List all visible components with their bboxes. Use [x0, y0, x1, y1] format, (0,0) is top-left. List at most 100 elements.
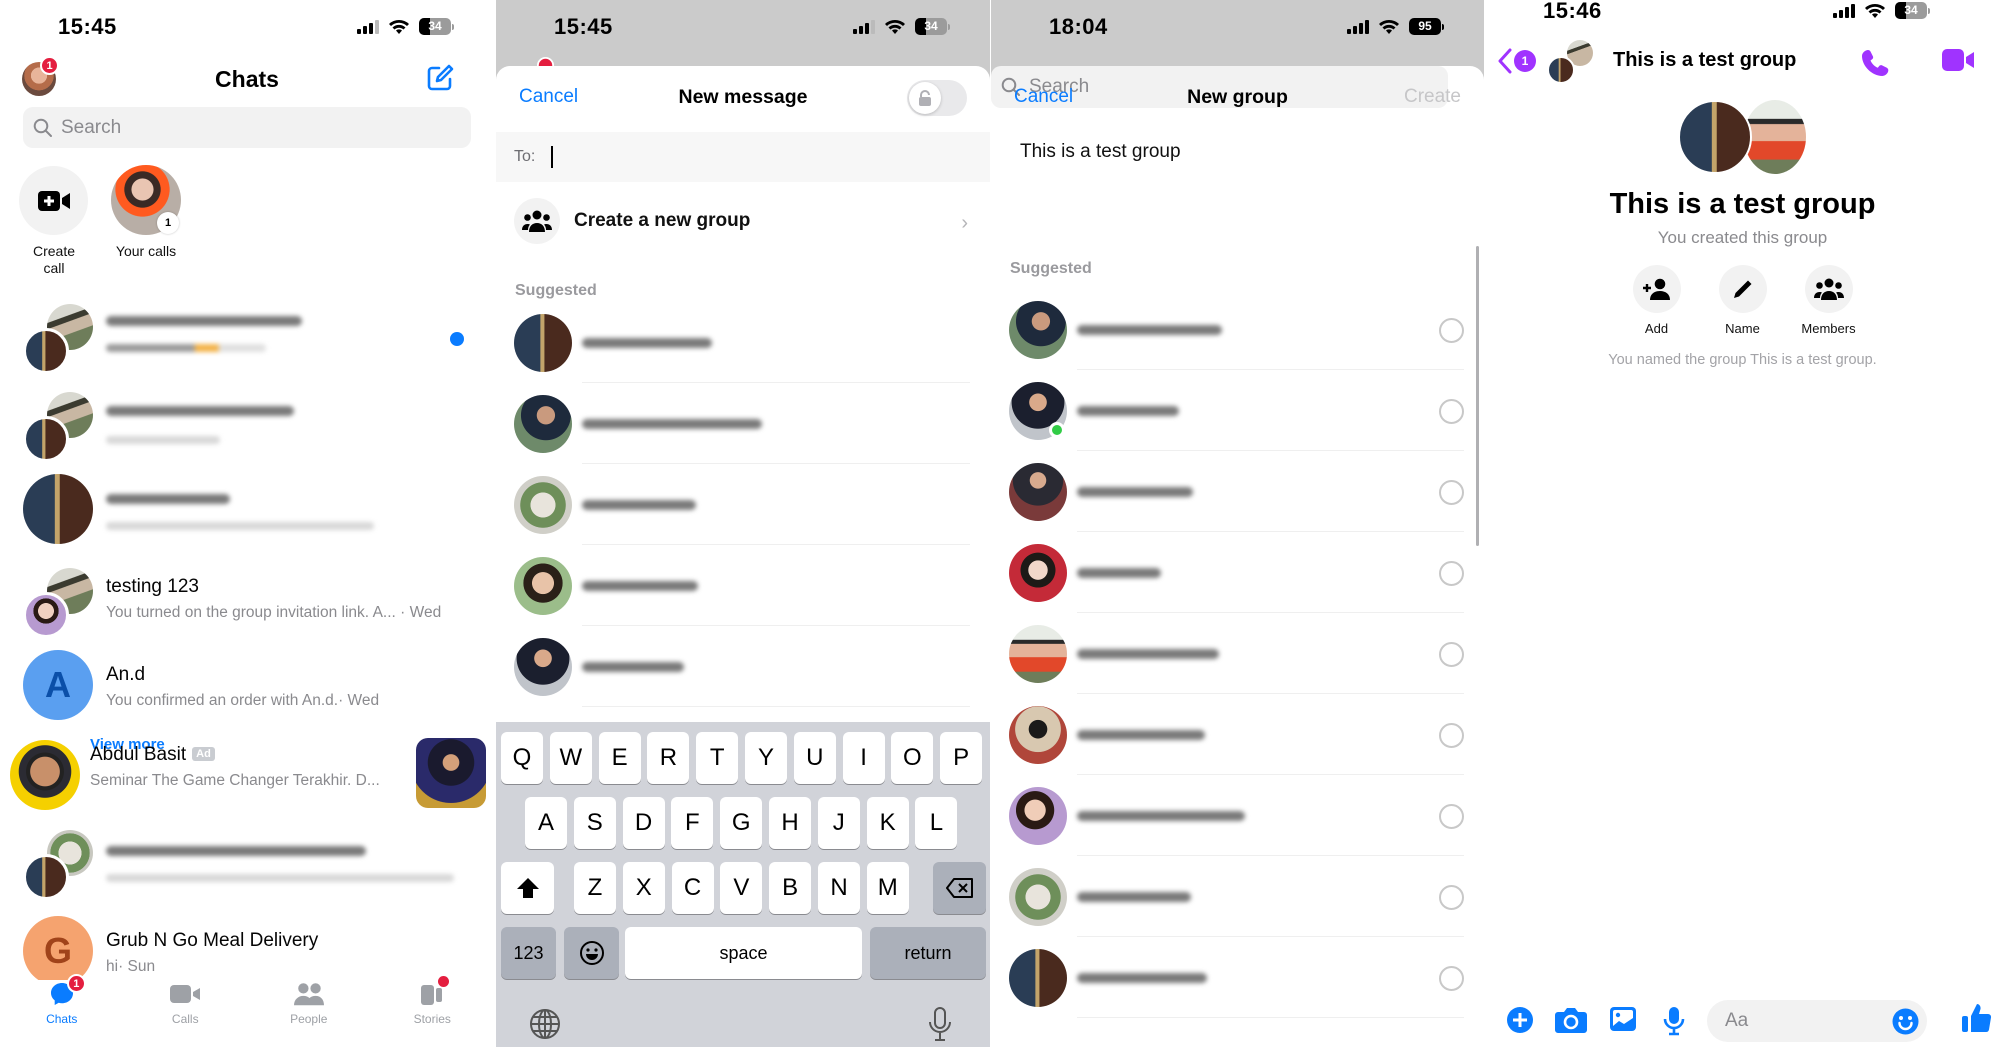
key-a[interactable]: A	[525, 797, 567, 849]
photo-icon[interactable]	[1609, 1006, 1637, 1032]
key-z[interactable]: Z	[574, 862, 616, 914]
group-avatar	[23, 304, 93, 374]
group-name-input[interactable]: This is a test group	[1020, 141, 1181, 163]
key-p[interactable]: P	[940, 732, 983, 784]
emoji-icon[interactable]	[1892, 1008, 1919, 1035]
tab-people[interactable]: People	[259, 980, 359, 1026]
key-d[interactable]: D	[622, 797, 665, 849]
blurred-name	[1077, 487, 1193, 497]
signal-icon	[357, 19, 379, 34]
video-call-icon[interactable]	[1942, 48, 1974, 72]
key-h[interactable]: H	[769, 797, 811, 849]
select-radio[interactable]	[1439, 480, 1464, 505]
select-radio[interactable]	[1439, 318, 1464, 343]
rename-button[interactable]: Name	[1718, 265, 1768, 336]
search-placeholder: Search	[61, 116, 122, 138]
selectable-contact[interactable]	[991, 856, 1484, 937]
suggested-contact[interactable]	[496, 545, 990, 626]
emoji-key[interactable]	[564, 927, 619, 979]
select-radio[interactable]	[1439, 642, 1464, 667]
tab-calls[interactable]: Calls	[135, 980, 235, 1026]
key-k[interactable]: K	[866, 797, 909, 849]
suggested-contact[interactable]	[496, 302, 990, 383]
select-radio[interactable]	[1439, 885, 1464, 910]
select-radio[interactable]	[1439, 804, 1464, 829]
camera-icon[interactable]	[1555, 1006, 1587, 1034]
search-input[interactable]: Search	[23, 107, 471, 148]
selectable-contact[interactable]	[991, 694, 1484, 775]
select-radio[interactable]	[1439, 561, 1464, 586]
key-j[interactable]: J	[817, 797, 860, 849]
key-m[interactable]: M	[866, 862, 909, 914]
conversation-row[interactable]: testing 123 You turned on the group invi…	[0, 560, 494, 648]
create-group-row[interactable]: Create a new group ›	[496, 196, 990, 248]
key-l[interactable]: L	[915, 797, 958, 849]
delete-key[interactable]	[933, 862, 986, 914]
chat-title[interactable]: This is a test group	[1613, 49, 1796, 72]
select-radio[interactable]	[1439, 399, 1464, 424]
contact-avatar	[1009, 706, 1067, 764]
select-radio[interactable]	[1439, 723, 1464, 748]
key-g[interactable]: G	[720, 797, 763, 849]
scrollbar[interactable]	[1476, 246, 1479, 546]
selectable-contact[interactable]	[991, 532, 1484, 613]
key-o[interactable]: O	[891, 732, 934, 784]
ad-thumbnail[interactable]	[416, 738, 486, 808]
sponsored-row[interactable]: View more Abdul Basit Ad Seminar The Game…	[0, 736, 494, 826]
numbers-key[interactable]: 123	[501, 927, 556, 979]
selectable-contact[interactable]	[991, 451, 1484, 532]
space-key[interactable]: space	[625, 927, 862, 979]
return-key[interactable]: return	[870, 927, 986, 979]
add-member-button[interactable]: Add	[1632, 265, 1682, 336]
encryption-toggle[interactable]	[907, 80, 967, 116]
selectable-contact[interactable]	[991, 613, 1484, 694]
to-field[interactable]: To:	[496, 132, 990, 182]
key-n[interactable]: N	[818, 862, 860, 914]
tab-chats[interactable]: 1 Chats	[12, 974, 112, 1026]
key-q[interactable]: Q	[501, 732, 543, 784]
key-y[interactable]: Y	[745, 732, 787, 784]
microphone-icon[interactable]	[928, 1006, 952, 1042]
key-f[interactable]: F	[671, 797, 714, 849]
page-title: Chats	[215, 66, 279, 92]
key-i[interactable]: I	[842, 732, 885, 784]
phone-icon[interactable]	[1862, 48, 1890, 76]
key-t[interactable]: T	[696, 732, 739, 784]
message-input[interactable]: Aa	[1707, 1000, 1927, 1042]
conversation-row[interactable]	[0, 384, 494, 472]
tab-stories[interactable]: Stories	[382, 976, 482, 1026]
selectable-contact[interactable]	[991, 775, 1484, 856]
shift-key[interactable]	[501, 862, 554, 914]
back-button[interactable]: 1	[1497, 48, 1536, 74]
conversation-row[interactable]	[0, 472, 494, 560]
key-e[interactable]: E	[598, 732, 641, 784]
create-call-button[interactable]	[19, 166, 88, 235]
compose-icon[interactable]	[426, 64, 454, 92]
conversation-row[interactable]	[0, 826, 494, 914]
key-s[interactable]: S	[573, 797, 616, 849]
thumbs-up-icon[interactable]	[1962, 1002, 1992, 1034]
select-radio[interactable]	[1439, 966, 1464, 991]
suggested-contact[interactable]	[496, 464, 990, 545]
members-button[interactable]: Members	[1801, 265, 1856, 336]
microphone-icon[interactable]	[1663, 1006, 1685, 1036]
suggested-contact[interactable]	[496, 383, 990, 464]
key-r[interactable]: R	[647, 732, 690, 784]
key-u[interactable]: U	[793, 732, 836, 784]
plus-circle-icon[interactable]	[1506, 1006, 1534, 1034]
key-x[interactable]: X	[622, 862, 665, 914]
selectable-contact[interactable]	[991, 370, 1484, 451]
selectable-contact[interactable]	[991, 289, 1484, 370]
conversation-row[interactable]	[0, 296, 494, 384]
selectable-contact[interactable]	[991, 937, 1484, 1018]
create-button[interactable]: Create	[1404, 86, 1461, 108]
group-avatar[interactable]	[1547, 40, 1593, 84]
key-b[interactable]: B	[769, 862, 812, 914]
globe-icon[interactable]	[529, 1008, 561, 1040]
key-v[interactable]: V	[720, 862, 763, 914]
key-c[interactable]: C	[671, 862, 714, 914]
suggested-contact[interactable]	[496, 626, 990, 707]
key-w[interactable]: W	[549, 732, 592, 784]
conversation-row[interactable]: A An.d You confirmed an order with An.d.…	[0, 648, 494, 736]
emoji-icon	[579, 941, 604, 965]
